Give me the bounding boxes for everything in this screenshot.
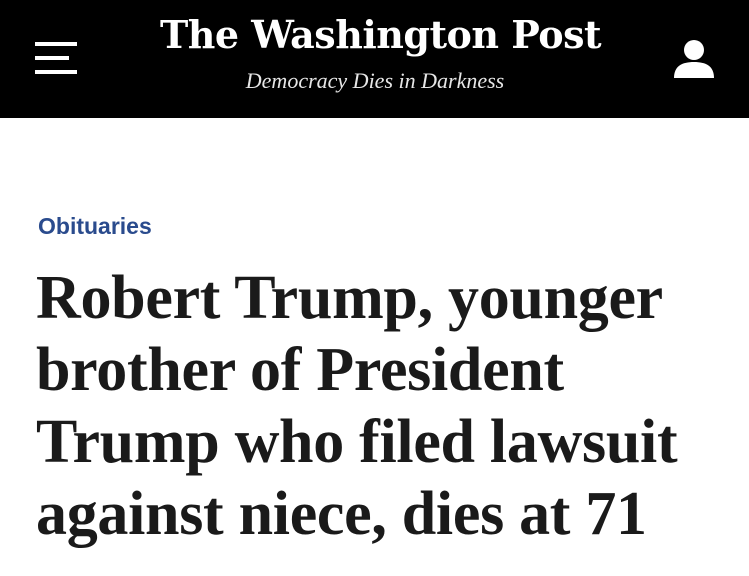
page: The Washington Post Democracy Dies in Da… <box>0 0 749 576</box>
section-link[interactable]: Obituaries <box>38 212 152 240</box>
masthead: The Washington Post Democracy Dies in Da… <box>0 0 749 118</box>
article-headline: Robert Trump, younger brother of Preside… <box>36 264 678 548</box>
menu-button[interactable] <box>33 40 77 76</box>
site-tagline: Democracy Dies in Darkness <box>245 68 505 93</box>
site-logo[interactable]: The Washington Post <box>160 12 602 58</box>
account-button[interactable] <box>670 38 718 82</box>
user-account-icon <box>674 40 714 78</box>
hamburger-menu-icon <box>35 42 77 46</box>
hamburger-menu-icon <box>35 70 77 74</box>
brand: The Washington Post Democracy Dies in Da… <box>160 12 602 94</box>
hamburger-menu-icon <box>35 56 69 60</box>
